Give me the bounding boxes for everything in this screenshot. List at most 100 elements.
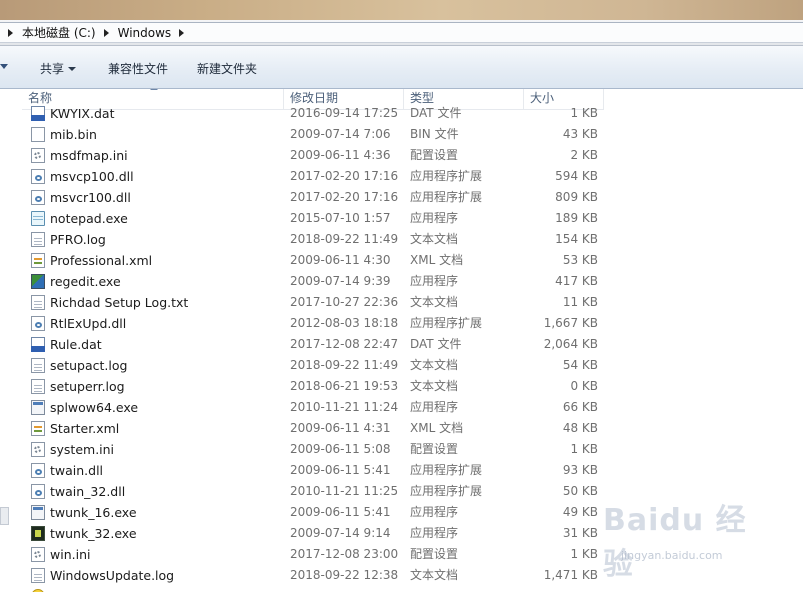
file-type: 文本文档	[410, 295, 459, 309]
file-type: 应用程序	[410, 526, 459, 540]
file-name: twain_32.dll	[50, 484, 126, 499]
breadcrumb-arrow-icon[interactable]	[103, 28, 109, 37]
file-modified-date: 2009-06-11 4:36	[290, 148, 391, 162]
address-bar-area: 本地磁盘 (C:) Windows	[0, 20, 803, 46]
file-modified-date: 2009-06-11 5:41	[290, 463, 391, 477]
file-row[interactable]: PFRO.log 2018-09-22 11:49 文本文档 154 KB	[22, 229, 803, 250]
organize-caret-icon[interactable]	[0, 64, 8, 69]
file-modified-date: 2009-07-14 7:06	[290, 127, 391, 141]
file-name: twain.dll	[50, 463, 104, 478]
file-row[interactable]: splwow64.exe 2010-11-21 11:24 应用程序 66 KB	[22, 397, 803, 418]
file-row[interactable]: Richdad Setup Log.txt 2017-10-27 22:36 文本文…	[22, 292, 803, 313]
file-name: KWYIX.dat	[50, 106, 115, 121]
file-modified-date: 2017-02-20 17:16	[290, 190, 399, 204]
file-name: msvcp100.dll	[50, 169, 134, 184]
text-file-icon	[31, 358, 45, 373]
file-row[interactable]: msvcp100.dll 2017-02-20 17:16 应用程序扩展 594 KB	[22, 166, 803, 187]
breadcrumb-arrow-icon[interactable]	[179, 28, 185, 37]
file-size: 1,667 KB	[543, 316, 598, 330]
file-size: 93 KB	[562, 463, 598, 477]
exe-file-icon	[31, 400, 45, 415]
file-type: 文本文档	[410, 232, 459, 246]
file-size: 417 KB	[555, 274, 598, 288]
dll-file-icon	[31, 484, 45, 499]
window-title-bar	[0, 0, 803, 20]
breadcrumb-windows[interactable]: Windows	[118, 26, 172, 40]
file-name: msdfmap.ini	[50, 148, 128, 163]
file-name: mib.bin	[50, 127, 97, 142]
file-row[interactable]: KWYIX.dat 2016-09-14 17:25 DAT 文件 1 KB	[22, 103, 803, 124]
compat-files-button[interactable]: 兼容性文件	[108, 60, 168, 77]
file-type: 应用程序扩展	[410, 484, 483, 498]
text-file-icon	[31, 379, 45, 394]
dat-file-icon	[31, 337, 45, 352]
twunk-icon	[31, 526, 45, 541]
file-name: notepad.exe	[50, 211, 128, 226]
file-type: 应用程序	[410, 211, 459, 225]
file-size: 11 KB	[562, 295, 598, 309]
file-size: 809 KB	[555, 190, 598, 204]
file-modified-date: 2018-09-22 12:38	[290, 568, 399, 582]
address-bar[interactable]: 本地磁盘 (C:) Windows	[0, 22, 803, 43]
file-size: 66 KB	[562, 400, 598, 414]
file-row[interactable]: Rule.dat 2017-12-08 22:47 DAT 文件 2,064 KB	[22, 334, 803, 355]
breadcrumb-drive[interactable]: 本地磁盘 (C:)	[22, 24, 96, 41]
nav-scrollbar[interactable]	[0, 507, 9, 525]
file-size: 50 KB	[562, 484, 598, 498]
file-name: twunk_16.exe	[50, 505, 137, 520]
file-row[interactable]: regedit.exe 2009-07-14 9:39 应用程序 417 KB	[22, 271, 803, 292]
file-size: 594 KB	[555, 169, 598, 183]
file-row[interactable]: setupact.log 2018-09-22 11:49 文本文档 54 KB	[22, 355, 803, 376]
new-folder-button[interactable]: 新建文件夹	[197, 60, 257, 77]
xml-file-icon	[31, 253, 45, 268]
file-modified-date: 2017-02-20 17:16	[290, 169, 399, 183]
file-type: 应用程序扩展	[410, 190, 483, 204]
navigation-pane[interactable]	[0, 89, 23, 592]
file-modified-date: 2009-06-11 5:08	[290, 442, 391, 456]
dat-file-icon	[31, 106, 45, 121]
file-type: 应用程序扩展	[410, 169, 483, 183]
file-size: 1,471 KB	[543, 568, 598, 582]
file-row[interactable]: system.ini 2009-06-11 5:08 配置设置 1 KB	[22, 439, 803, 460]
file-row[interactable]: RtlExUpd.dll 2012-08-03 18:18 应用程序扩展 1,667 …	[22, 313, 803, 334]
file-modified-date: 2012-08-03 18:18	[290, 316, 399, 330]
file-row[interactable]: mib.bin 2009-07-14 7:06 BIN 文件 43 KB	[22, 124, 803, 145]
file-type: 应用程序	[410, 400, 459, 414]
file-modified-date: 2009-06-11 4:30	[290, 253, 391, 267]
dll-file-icon	[31, 169, 45, 184]
file-size: 2 KB	[570, 148, 598, 162]
file-row[interactable]: Starter.xml 2009-06-11 4:31 XML 文档 48 KB	[22, 418, 803, 439]
file-size: 154 KB	[555, 232, 598, 246]
xml-file-icon	[31, 421, 45, 436]
file-size: 49 KB	[562, 505, 598, 519]
file-type: 文本文档	[410, 379, 459, 393]
file-row[interactable]	[22, 586, 803, 592]
file-type: DAT 文件	[410, 106, 462, 120]
sort-ascending-icon	[150, 89, 158, 90]
file-type: 应用程序扩展	[410, 463, 483, 477]
file-size: 1 KB	[570, 442, 598, 456]
share-button[interactable]: 共享	[40, 60, 77, 77]
breadcrumb-arrow-icon[interactable]	[8, 28, 13, 37]
file-row[interactable]: twain.dll 2009-06-11 5:41 应用程序扩展 93 KB	[22, 460, 803, 481]
file-name: Starter.xml	[50, 421, 120, 436]
file-row[interactable]: Professional.xml 2009-06-11 4:30 XML 文档 53 …	[22, 250, 803, 271]
file-size: 48 KB	[562, 421, 598, 435]
watermark-logo: Baidu 经验	[603, 503, 747, 582]
text-file-icon	[31, 568, 45, 583]
file-row[interactable]: msdfmap.ini 2009-06-11 4:36 配置设置 2 KB	[22, 145, 803, 166]
dll-file-icon	[31, 463, 45, 478]
file-modified-date: 2010-11-21 11:25	[290, 484, 399, 498]
file-type: 文本文档	[410, 568, 459, 582]
file-modified-date: 2017-12-08 22:47	[290, 337, 399, 351]
file-name: regedit.exe	[50, 274, 121, 289]
file-size	[522, 586, 598, 592]
file-modified-date	[290, 586, 402, 592]
file-row[interactable]: msvcr100.dll 2017-02-20 17:16 应用程序扩展 809 KB	[22, 187, 803, 208]
bin-file-icon	[31, 127, 45, 142]
dll-file-icon	[31, 190, 45, 205]
file-row[interactable]: setuperr.log 2018-06-21 19:53 文本文档 0 KB	[22, 376, 803, 397]
file-row[interactable]: notepad.exe 2015-07-10 1:57 应用程序 189 KB	[22, 208, 803, 229]
file-name	[50, 586, 282, 592]
file-size: 2,064 KB	[543, 337, 598, 351]
